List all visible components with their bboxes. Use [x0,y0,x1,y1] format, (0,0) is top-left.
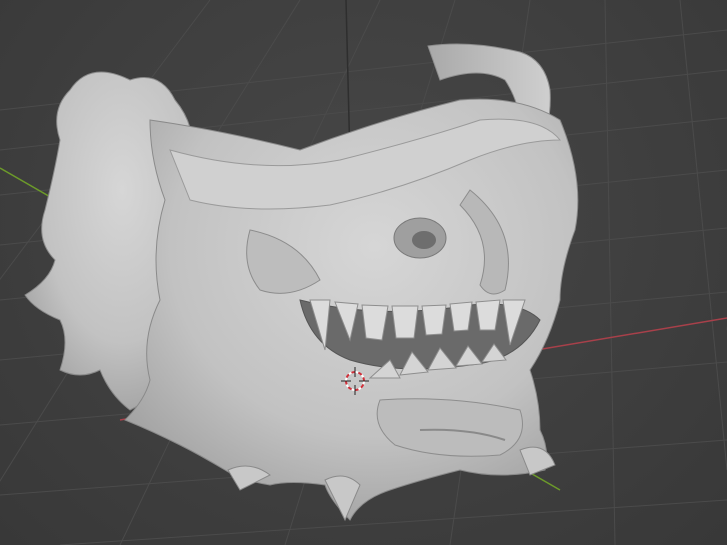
3d-viewport[interactable] [0,0,727,545]
oni-mask-model[interactable] [24,43,579,522]
viewport-canvas[interactable] [0,0,727,545]
